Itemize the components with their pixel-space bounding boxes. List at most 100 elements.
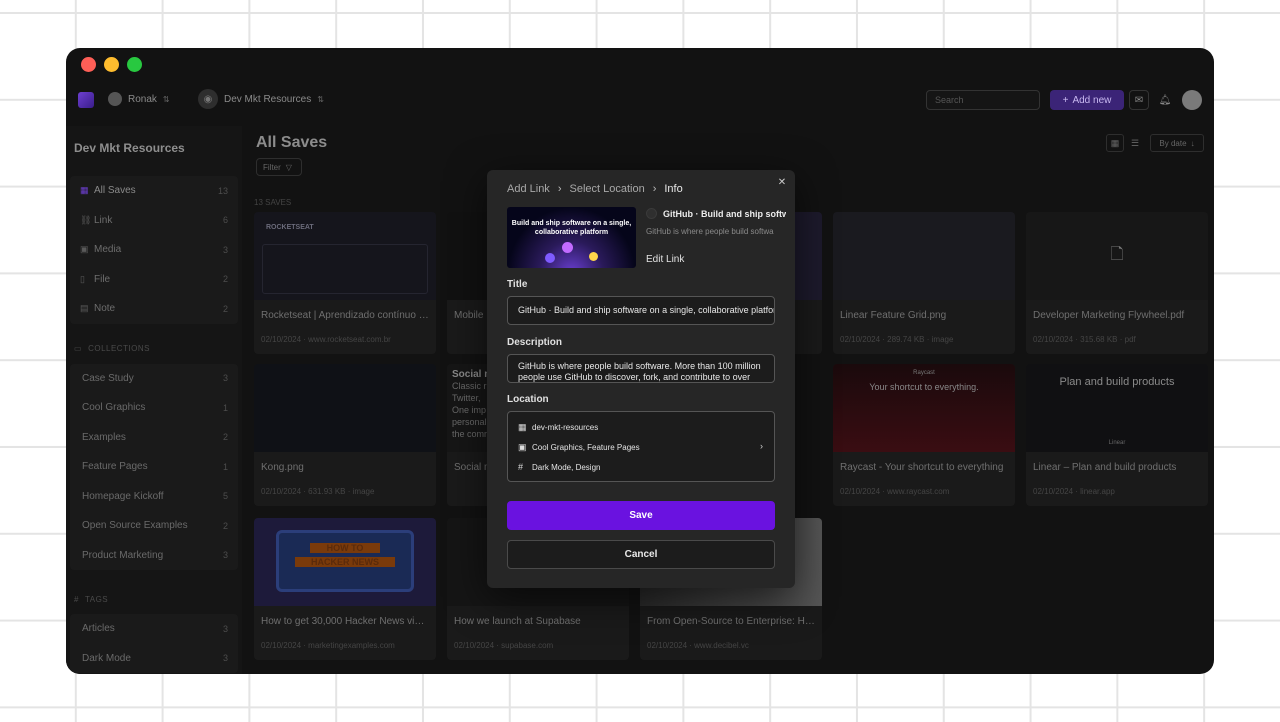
saves-count: 13 SAVES [254,198,292,207]
sidebar-item-all-saves[interactable]: ▦ All Saves 13 [70,176,238,206]
hn-line: HOW TO [310,543,380,553]
sort-button[interactable]: By date ↓ [1150,134,1204,152]
sidebar-item-label: Cool Graphics [82,402,146,414]
save-card[interactable]: HOW TO HACKER NEWS How to get 30,000 Hac… [254,518,436,660]
title-field[interactable]: GitHub · Build and ship software on a si… [507,296,775,325]
card-thumbnail: Plan and build products Linear [1026,364,1208,452]
sidebar-item-label: Articles [82,623,115,635]
chevron-updown-icon: ⇅ [162,94,170,104]
save-card[interactable]: Kong.png 02/10/2024 · 631.93 KB · image [254,364,436,506]
description-field[interactable]: GitHub is where people build software. M… [507,354,775,383]
sidebar-item-dark-mode[interactable]: Dark Mode 3 [70,644,238,674]
minimize-window-button[interactable] [104,57,119,72]
location-subcollections: Cool Graphics, Feature Pages [532,443,640,452]
save-card[interactable]: Plan and build products Linear Linear – … [1026,364,1208,506]
cancel-button-label: Cancel [624,549,658,560]
edit-link-button[interactable]: Edit Link [646,254,684,265]
sidebar-item-count: 2 [222,303,228,314]
workspace-switcher[interactable]: Ronak ⇅ [108,92,170,106]
save-button[interactable]: Save [507,501,775,530]
sidebar-item-label: Media [94,244,122,256]
save-card[interactable]: ROCKETSEAT Rocketseat | Aprendizado cont… [254,212,436,354]
card-meta: 02/10/2024 · 315.68 KB · pdf [1033,335,1136,344]
crumb-add-link[interactable]: Add Link [507,183,550,195]
close-window-button[interactable] [81,57,96,72]
add-link-dialog: Add Link › Select Location › Info ✕ Buil… [487,170,795,588]
sidebar-item-feature-pages[interactable]: Feature Pages 1 [70,452,238,482]
list-view-icon[interactable]: ☰ [1126,134,1144,152]
chevron-updown-icon: ⇅ [317,94,324,104]
sort-label: By date [1159,138,1187,148]
grid-view-icon[interactable]: ▦ [1106,134,1124,152]
app-logo-icon[interactable] [78,92,94,108]
save-card[interactable]: Raycast Your shortcut to everything. Ray… [833,364,1015,506]
sidebar-item-label: All Saves [94,185,136,197]
file-icon: ▯ [80,273,85,284]
sidebar-item-label: Examples [82,431,126,443]
image-icon: ▣ [80,244,89,255]
sidebar-item-open-source-examples[interactable]: Open Source Examples 2 [70,511,238,541]
sidebar-item-case-study[interactable]: Case Study 3 [70,364,238,394]
bell-icon[interactable]: 🔔︎ [1155,90,1175,110]
save-button-label: Save [629,510,653,521]
collection-switcher[interactable]: ◉ Dev Mkt Resources ⇅ [198,89,324,109]
workspace-user-name: Ronak [128,93,157,105]
profile-avatar[interactable] [1182,90,1202,110]
sidebar-item-label: Feature Pages [82,461,148,473]
sidebar-item-cool-graphics[interactable]: Cool Graphics 1 [70,393,238,423]
location-selector[interactable]: ▦ dev-mkt-resources ▣ Cool Graphics, Fea… [507,411,775,482]
card-title: How to get 30,000 Hacker News visi... [261,616,430,627]
sidebar-item-note[interactable]: ▤ Note 2 [70,294,238,324]
folder-icon: ▣ [518,442,527,452]
filter-button[interactable]: Filter ▽ [256,158,302,176]
card-meta: 02/10/2024 · www.decibel.vc [647,641,749,650]
preview-text: Build and ship software on a single, col… [511,220,632,236]
window-controls [81,57,142,72]
filter-label: Filter [263,162,281,172]
cancel-button[interactable]: Cancel [507,540,775,569]
title-field-value: GitHub · Build and ship software on a si… [518,305,775,315]
sidebar-item-count: 2 [222,274,228,285]
search-placeholder: Search [935,95,964,105]
sidebar-item-file[interactable]: ▯ File 2 [70,265,238,295]
tags-heading: # TAGS [66,584,242,614]
sidebar-item-label: Note [94,303,116,315]
sidebar-item-articles[interactable]: Articles 3 [70,614,238,644]
add-new-button[interactable]: + Add new [1050,90,1124,110]
sidebar-item-link[interactable]: ⛓ Link 6 [70,206,238,236]
sidebar-item-count: 2 [222,432,228,443]
chevron-right-icon: › [652,183,657,195]
inbox-icon[interactable]: ✉ [1129,90,1149,110]
grid-icon: ▦ [518,422,527,432]
rocketseat-logo-text: ROCKETSEAT [266,224,314,231]
sidebar-tags: Articles 3 Dark Mode 3 [70,614,238,673]
sidebar-item-examples[interactable]: Examples 2 [70,423,238,453]
linear-tag: Linear [1108,440,1126,446]
sidebar-item-product-marketing[interactable]: Product Marketing 3 [70,541,238,571]
card-thumbnail: 🗋 [1026,212,1208,300]
screenshot-frame [262,244,428,294]
sidebar-item-media[interactable]: ▣ Media 3 [70,235,238,265]
sidebar-item-count: 6 [222,215,228,226]
crumb-select-location[interactable]: Select Location [569,183,644,195]
sidebar-item-count: 3 [222,623,228,634]
sidebar-item-count: 1 [222,402,228,413]
page-title: All Saves [256,134,328,151]
top-bar: Ronak ⇅ ◉ Dev Mkt Resources ⇅ Search + A… [66,86,1214,116]
description-label: Description [507,337,563,348]
card-meta: 02/10/2024 · 631.93 KB · image [261,487,375,496]
sidebar-item-count: 3 [222,373,228,384]
close-icon[interactable]: ✕ [776,177,788,189]
card-title: Linear – Plan and build products [1033,462,1177,473]
save-card[interactable]: Linear Feature Grid.png 02/10/2024 · 289… [833,212,1015,354]
card-thumbnail: Raycast Your shortcut to everything. [833,364,1015,452]
link-icon: ⛓ [80,214,92,225]
search-input[interactable]: Search [926,90,1040,110]
sidebar-item-count: 3 [222,244,228,255]
maximize-window-button[interactable] [127,57,142,72]
collections-heading-label: COLLECTIONS [88,344,151,353]
person-icon: ◉ [198,89,218,109]
sidebar-item-homepage-kickoff[interactable]: Homepage Kickoff 5 [70,482,238,512]
save-card[interactable]: 🗋 Developer Marketing Flywheel.pdf 02/10… [1026,212,1208,354]
card-title: Kong.png [261,462,304,473]
